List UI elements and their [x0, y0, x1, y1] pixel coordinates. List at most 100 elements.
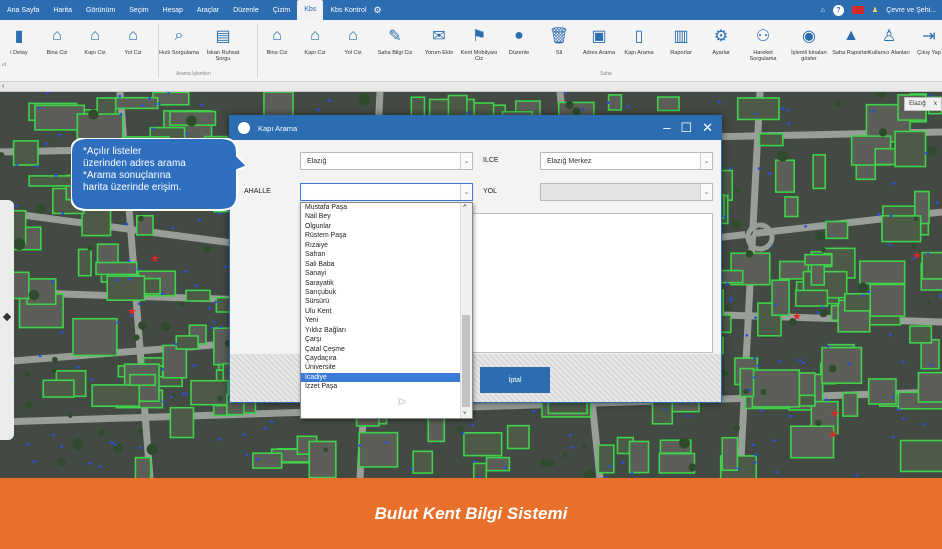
- ribbon-separator: [158, 24, 159, 78]
- chevron-up-icon[interactable]: ˄: [463, 204, 467, 210]
- chevron-down-icon[interactable]: ⌄: [700, 153, 712, 169]
- door-point: [170, 395, 174, 398]
- tree: [68, 413, 73, 419]
- ribbon-button-21[interactable]: ▲ Saha Raporları: [832, 24, 870, 56]
- yol-select[interactable]: ⌄: [540, 183, 713, 201]
- dropdown-option[interactable]: Sali Baba: [301, 260, 460, 269]
- dropdown-scrollbar[interactable]: ˄ ˅: [460, 203, 472, 418]
- dropdown-option[interactable]: Sanayi: [301, 269, 460, 278]
- ribbon-button-2[interactable]: ⌂ Bina Ciz: [38, 24, 76, 56]
- chevron-down-icon[interactable]: ⌄: [460, 184, 472, 200]
- menu-secim[interactable]: Seçim: [122, 7, 155, 14]
- ribbon-button-6[interactable]: ▤ İskan Ruhsat Sorgu: [204, 24, 242, 62]
- door-point: [218, 212, 222, 216]
- ribbon-button-5[interactable]: ⌕ Hızlı Sorgulama: [159, 24, 199, 56]
- door-point: [788, 414, 792, 418]
- result-list[interactable]: [470, 213, 713, 353]
- ribbon-button-20[interactable]: ◉ İşlemli binaları göster: [790, 24, 828, 62]
- ribbon-button-19[interactable]: ⚇ Hareket Sorgulama: [744, 24, 782, 62]
- door-point: [181, 392, 185, 396]
- menu-ana-sayfa[interactable]: Ana Sayfa: [0, 7, 46, 14]
- ribbon-button-15[interactable]: ▣ Adres Arama: [580, 24, 618, 56]
- scrollbar-thumb[interactable]: [462, 315, 470, 407]
- menu-araclar[interactable]: Araçlar: [190, 7, 226, 14]
- ribbon-button-13[interactable]: ● Düzenle: [500, 24, 538, 56]
- dropdown-option[interactable]: İzzet Paşa: [301, 382, 460, 391]
- mahalle-dropdown-list[interactable]: Mustafa Paşa Nail Bey Olgunlar Rüstem Paşa R…: [300, 202, 473, 419]
- cancel-button[interactable]: İptal: [480, 367, 550, 393]
- dropdown-option[interactable]: Sarıçubuk: [301, 288, 460, 297]
- minimize-icon[interactable]: –: [663, 120, 670, 136]
- dropdown-option[interactable]: Safran: [301, 250, 460, 259]
- ribbon-button-17[interactable]: ▥ Raporlar: [662, 24, 700, 56]
- permit-icon: ▤: [215, 28, 231, 45]
- ribbon-button-23[interactable]: ⇥ Çıkış Yap: [910, 24, 942, 56]
- ilce-select[interactable]: Elazığ Merkez ⌄: [540, 152, 713, 170]
- gear-icon[interactable]: ⚙: [374, 5, 382, 16]
- dialog-titlebar[interactable]: Kapı Arama – ☐ ✕: [230, 116, 721, 140]
- ribbon-button-12[interactable]: ⚑ Kent Mobilyası Ciz: [460, 24, 498, 62]
- dropdown-option[interactable]: Rızaiye: [301, 241, 460, 250]
- ribbon-button-9[interactable]: ⌂ Yol Ciz: [334, 24, 372, 56]
- close-icon[interactable]: ✕: [702, 120, 713, 136]
- tree: [358, 93, 371, 106]
- dropdown-option[interactable]: İcadiye: [301, 372, 460, 383]
- layers-icon[interactable]: [2, 312, 12, 322]
- ribbon-button-16[interactable]: ▯ Kapı Arama: [620, 24, 658, 56]
- menu-harita[interactable]: Harita: [46, 7, 79, 14]
- dropdown-option[interactable]: Rüstem Paşa: [301, 231, 460, 240]
- dropdown-option[interactable]: Yıldız Bağları: [301, 326, 460, 335]
- mahalle-select[interactable]: ⌄: [300, 183, 473, 201]
- parcel: [821, 346, 863, 385]
- ribbon-button-18[interactable]: ⚙ Ayarlar: [702, 24, 740, 56]
- map-tab-label[interactable]: Elazığ: [909, 101, 926, 107]
- dropdown-option[interactable]: Mustafa Paşa: [301, 203, 460, 212]
- door-point: [804, 224, 807, 228]
- menu-cizim[interactable]: Çizim: [266, 7, 298, 14]
- door-point: [608, 464, 612, 468]
- door-point: [98, 465, 102, 469]
- dropdown-option[interactable]: Yeni: [301, 316, 460, 325]
- menu-gorunum[interactable]: Görünüm: [79, 7, 122, 14]
- user-icon[interactable]: ♟: [872, 6, 878, 14]
- ribbon-button-3[interactable]: ⌂ Kapı Ciz: [76, 24, 114, 56]
- ribbon-button-4[interactable]: ⌂ Yol Ciz: [114, 24, 152, 56]
- chevron-down-icon[interactable]: ⌄: [700, 184, 712, 200]
- user-label[interactable]: Çevre ve Şehi...: [886, 7, 936, 14]
- dropdown-option[interactable]: Nail Bey: [301, 212, 460, 221]
- ribbon-button-10[interactable]: ✎ Saha Bilgi Ciz: [376, 24, 414, 56]
- dropdown-option[interactable]: Ulu Kent: [301, 307, 460, 316]
- tree: [72, 438, 84, 450]
- ribbon-toolbar: ▮ i Detay ⌂ Bina Ciz ⌂ Kapı Ciz ⌂ Yol Ciz ⌕ Hızlı…: [0, 20, 942, 82]
- ribbon-button-14[interactable]: 🗑 Sil: [540, 24, 578, 56]
- flag-icon[interactable]: [851, 6, 864, 14]
- ribbon-button-8[interactable]: ⌂ Kapı Ciz: [296, 24, 334, 56]
- maximize-icon[interactable]: ☐: [680, 120, 692, 136]
- menu-duzenle[interactable]: Düzenle: [226, 7, 266, 14]
- ribbon-button-7[interactable]: ⌂ Bina Ciz: [258, 24, 296, 56]
- dropdown-option[interactable]: Olgunlar: [301, 222, 460, 231]
- bell-icon[interactable]: ⌂: [821, 7, 825, 14]
- map-tab[interactable]: Elazığ x: [904, 97, 942, 111]
- dropdown-option[interactable]: Çarşı: [301, 335, 460, 344]
- dropdown-option[interactable]: Sarayatik: [301, 279, 460, 288]
- il-select[interactable]: Elazığ ⌄: [300, 152, 473, 170]
- ribbon-button-1[interactable]: ▮ i Detay: [0, 24, 38, 56]
- chevron-down-icon[interactable]: ˅: [463, 411, 467, 417]
- menu-kbs-kontrol[interactable]: Kbs Kontrol: [323, 7, 373, 14]
- ribbon-button-11[interactable]: ✉ Yorum Ekle: [420, 24, 458, 56]
- dropdown-option[interactable]: Çaydaçıra: [301, 354, 460, 363]
- menu-kbs[interactable]: Kbs: [297, 0, 324, 20]
- ribbon-button-22[interactable]: ♙ Kullanıcı Alanları: [868, 24, 910, 56]
- chevron-left-icon[interactable]: ‹: [2, 82, 4, 91]
- dropdown-option[interactable]: Üniversite: [301, 363, 460, 372]
- dropdown-option[interactable]: Çatal Çeşme: [301, 345, 460, 354]
- road-icon: ⌂: [348, 27, 358, 44]
- left-side-panel[interactable]: [0, 200, 14, 440]
- door-point: [663, 408, 667, 411]
- menu-hesap[interactable]: Hesap: [156, 7, 190, 14]
- help-icon[interactable]: ?: [832, 4, 844, 16]
- dropdown-option[interactable]: Sürsürü: [301, 297, 460, 306]
- chevron-down-icon[interactable]: ⌄: [460, 153, 472, 169]
- close-icon[interactable]: x: [934, 101, 937, 107]
